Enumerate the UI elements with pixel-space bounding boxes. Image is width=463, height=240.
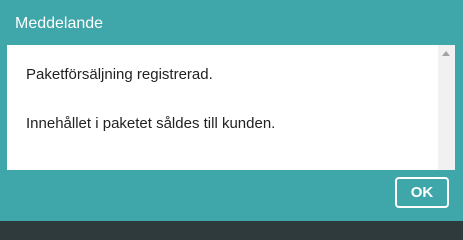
scroll-up-arrow-icon[interactable] [442,51,450,56]
message-line-2: Innehållet i paketet såldes till kunden. [26,115,276,132]
dialog-footer: OK [0,170,463,221]
ok-button[interactable]: OK [395,177,449,208]
vertical-scrollbar[interactable] [438,45,455,170]
message-dialog: Meddelande Paketförsäljning registrerad.… [0,0,463,221]
dialog-content: Paketförsäljning registrerad. Innehållet… [7,45,455,170]
dialog-title: Meddelande [15,15,104,32]
message-line-1: Paketförsäljning registrerad. [26,66,213,83]
dialog-titlebar: Meddelande [0,0,463,45]
